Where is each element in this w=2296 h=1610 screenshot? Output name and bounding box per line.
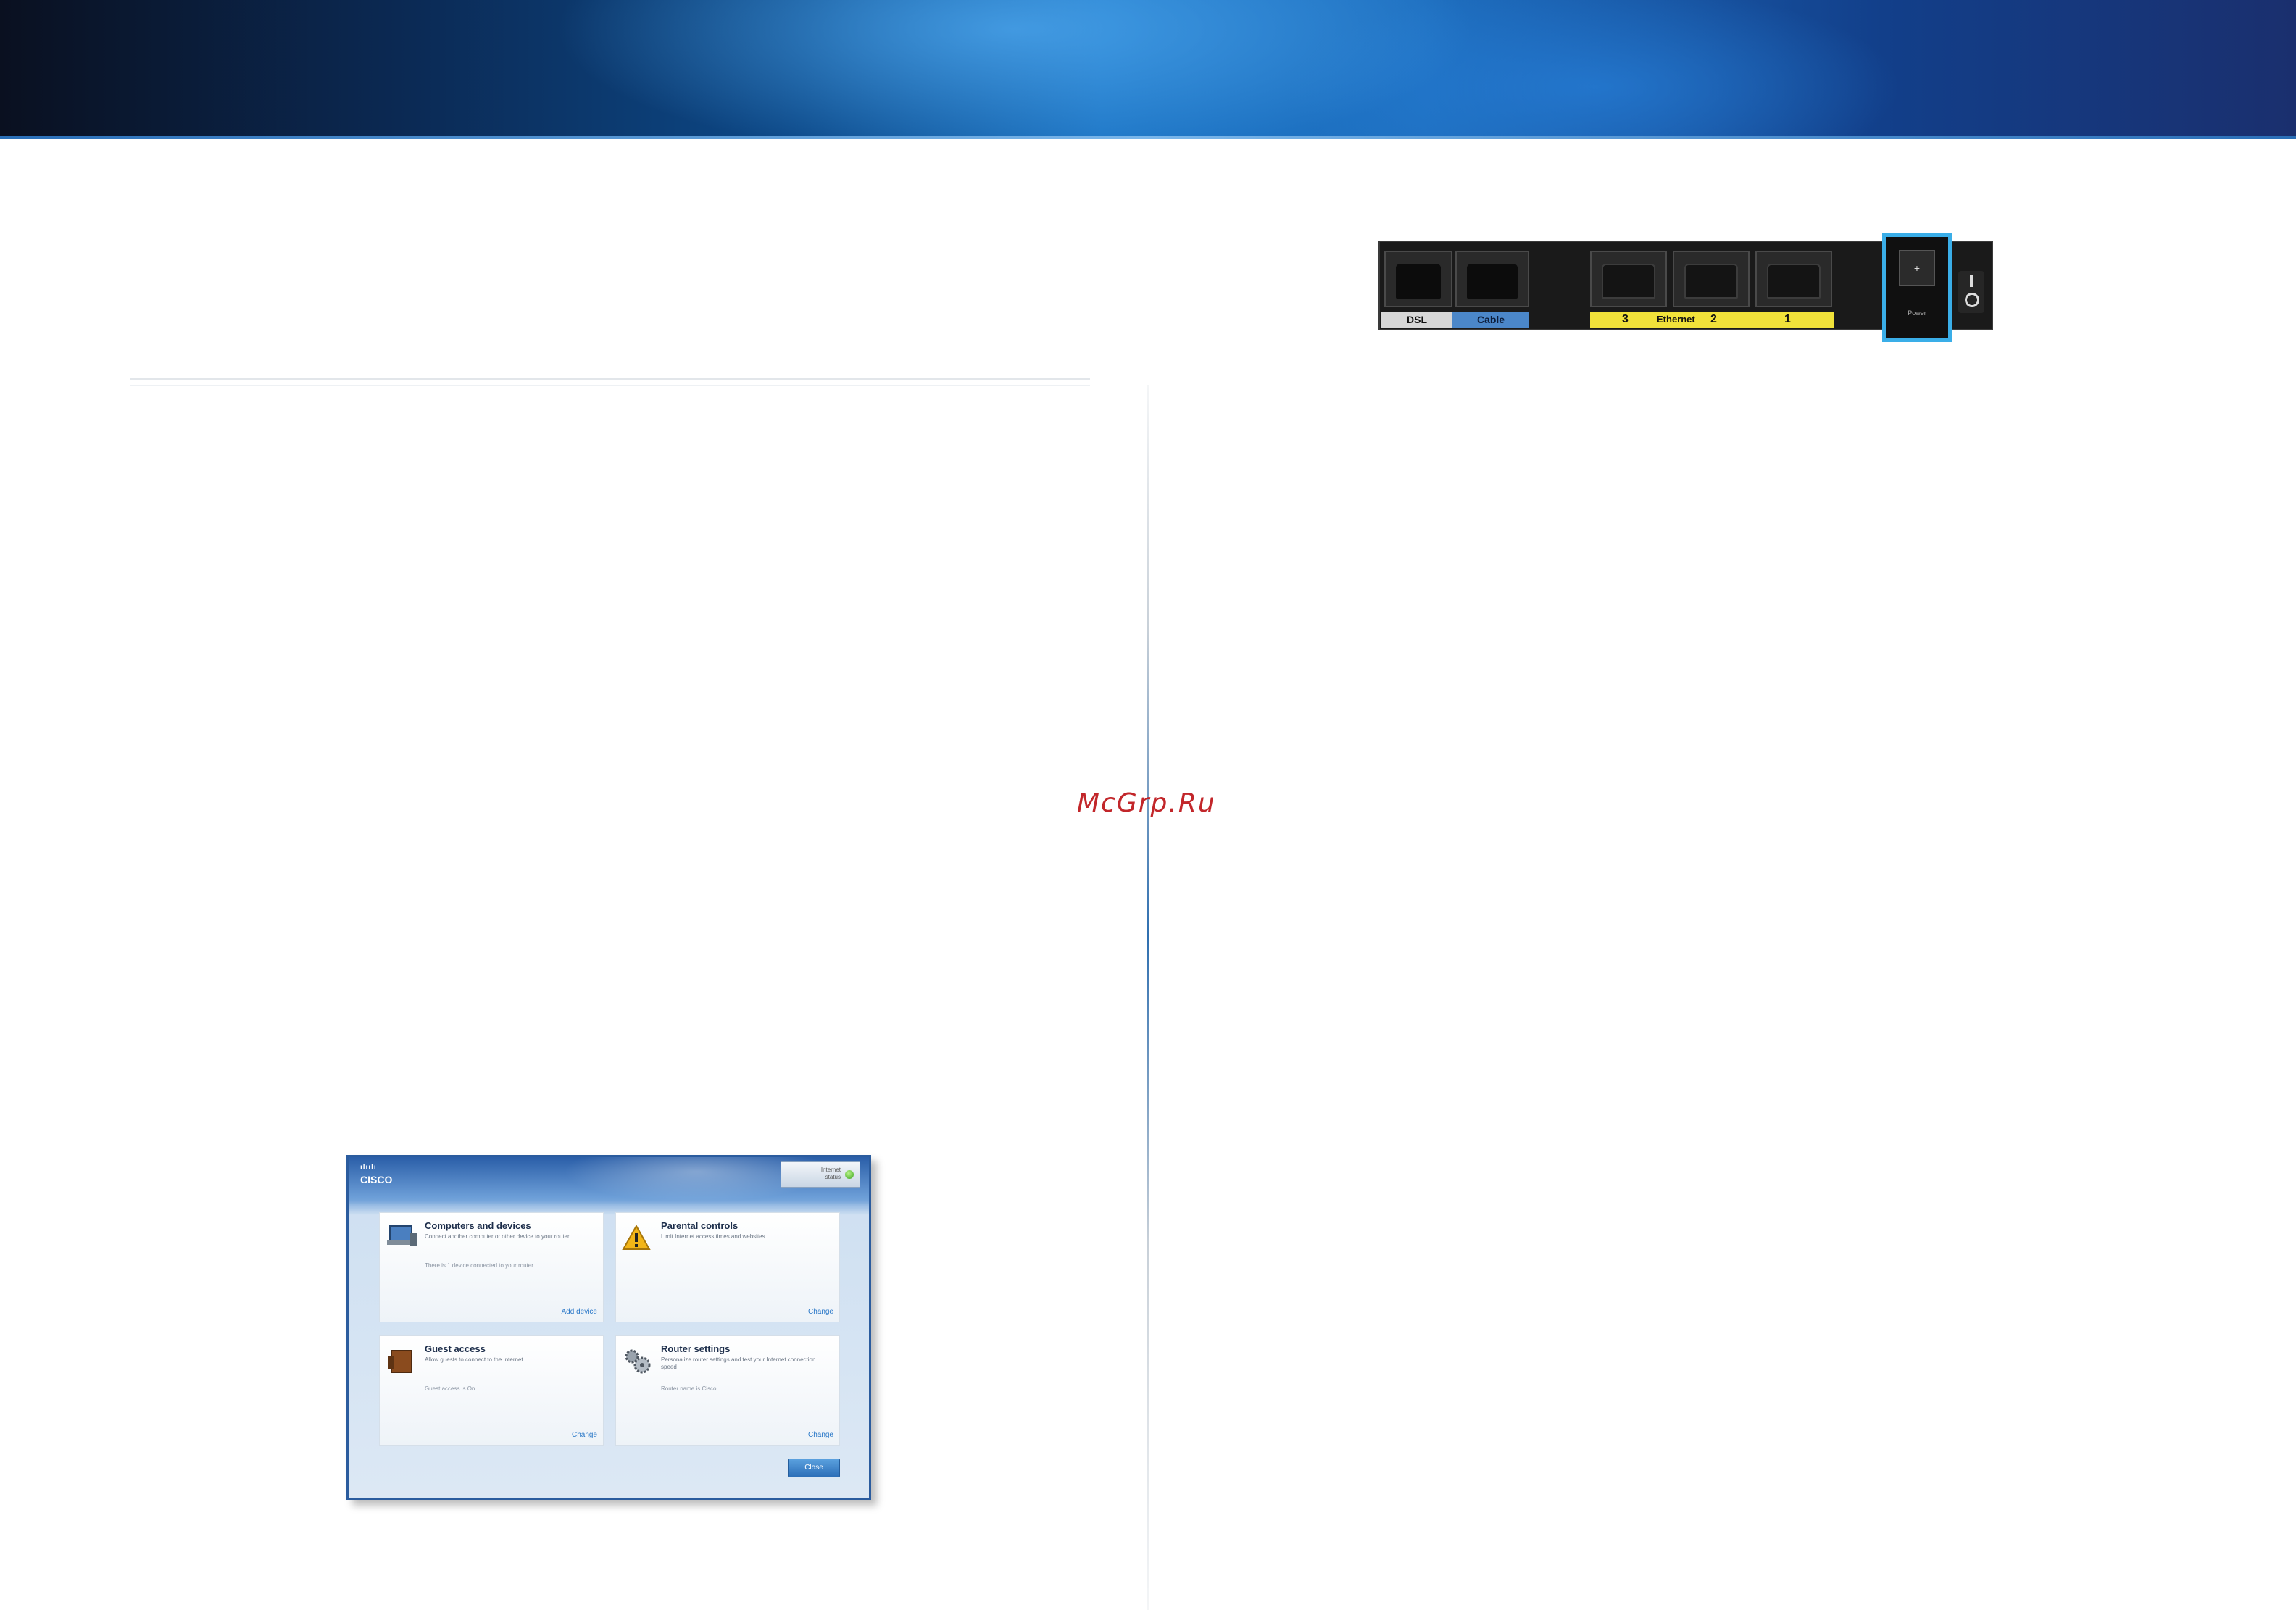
tile-status: There is 1 device connected to your rout…	[425, 1262, 533, 1269]
cable-port-label: Cable	[1452, 312, 1529, 328]
watermark: McGrp.Ru	[1077, 788, 1216, 818]
ethernet-port-3	[1590, 251, 1667, 307]
switch-off-mark	[1965, 293, 1979, 307]
internet-status-box[interactable]: Internet status	[781, 1161, 860, 1188]
warning-icon	[622, 1224, 651, 1250]
tile-description: Personalize router settings and test you…	[661, 1356, 816, 1370]
page-header-band	[0, 0, 2296, 139]
dsl-port-label: DSL	[1381, 312, 1452, 328]
guest-icon	[388, 1350, 412, 1373]
change-guest-access-link[interactable]: Change	[572, 1431, 597, 1439]
ethernet-port-strip: 3 Ethernet 2 1	[1590, 312, 1834, 328]
power-jack-icon	[1899, 250, 1935, 286]
tile-title: Computers and devices	[425, 1220, 531, 1231]
cisco-connect-window: ılıılı CISCO Internet status Computers a…	[346, 1155, 871, 1500]
tile-title: Guest access	[425, 1343, 486, 1354]
tile-status: Router name is Cisco	[661, 1385, 717, 1392]
ethernet-label: Ethernet	[1657, 314, 1695, 325]
column-divider	[1147, 385, 1149, 1610]
power-switch-icon	[1958, 271, 1984, 313]
tile-router-settings[interactable]: Router settings Personalize router setti…	[615, 1335, 840, 1446]
ethernet-port-2	[1673, 251, 1750, 307]
tile-parental-controls[interactable]: Parental controls Limit Internet access …	[615, 1212, 840, 1322]
tile-description: Allow guests to connect to the Internet	[425, 1356, 523, 1363]
tile-status: Guest access is On	[425, 1385, 475, 1392]
gears-icon	[625, 1349, 651, 1374]
dsl-port	[1384, 251, 1452, 307]
cisco-logo-text: CISCO	[360, 1174, 393, 1185]
status-indicator-icon	[845, 1170, 854, 1179]
section-divider	[130, 378, 1090, 380]
section-divider-secondary	[130, 385, 1090, 386]
add-device-link[interactable]: Add device	[562, 1308, 597, 1316]
tile-description: Connect another computer or other device…	[425, 1233, 570, 1240]
power-port-label: Power	[1908, 309, 1926, 317]
tile-computers-and-devices[interactable]: Computers and devices Connect another co…	[379, 1212, 604, 1322]
tile-title: Parental controls	[661, 1220, 739, 1231]
tile-title: Router settings	[661, 1343, 731, 1354]
tile-description: Limit Internet access times and websites	[661, 1233, 765, 1240]
ethernet-number-3: 3	[1622, 313, 1629, 325]
cisco-logo-bars: ılıılı	[360, 1164, 377, 1172]
switch-on-mark	[1970, 275, 1973, 287]
computer-icon	[387, 1225, 417, 1246]
ethernet-number-1: 1	[1784, 313, 1791, 325]
ethernet-port-1	[1755, 251, 1832, 307]
power-port-highlight: Power	[1882, 233, 1952, 342]
status-line-1: Internet	[820, 1167, 841, 1173]
status-line-2: status	[825, 1174, 841, 1180]
ethernet-number-2: 2	[1710, 313, 1717, 325]
change-router-settings-link[interactable]: Change	[808, 1431, 833, 1439]
cable-port	[1455, 251, 1529, 307]
close-button[interactable]: Close	[788, 1459, 840, 1477]
cisco-logo: ılıılı CISCO	[360, 1163, 392, 1185]
tile-guest-access[interactable]: Guest access Allow guests to connect to …	[379, 1335, 604, 1446]
change-parental-controls-link[interactable]: Change	[808, 1308, 833, 1316]
